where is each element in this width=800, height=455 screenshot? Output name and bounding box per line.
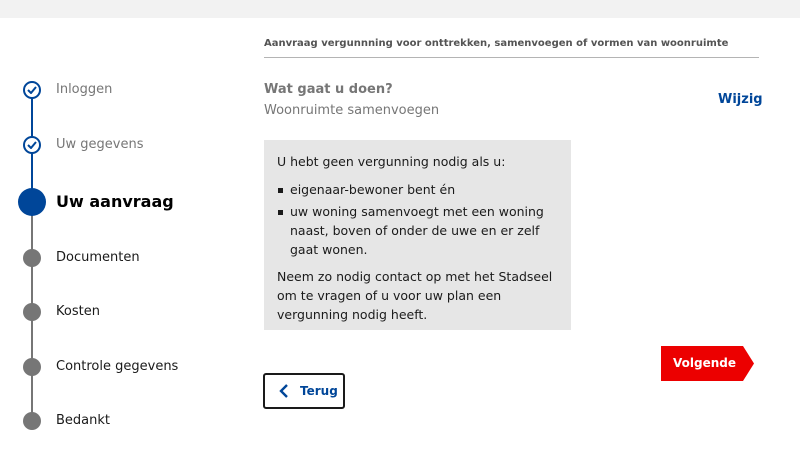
step-uw-aanvraag: Uw aanvraag — [0, 187, 240, 217]
step-done-marker — [23, 136, 41, 154]
next-button[interactable]: Volgende — [661, 346, 754, 381]
info-list: eigenaar-bewoner bent én uw woning samen… — [277, 180, 558, 259]
list-item: eigenaar-bewoner bent én — [277, 180, 558, 199]
step-bedankt: Bedankt — [0, 406, 240, 436]
step-label: Documenten — [56, 250, 140, 265]
step-kosten: Kosten — [0, 297, 240, 327]
edit-link[interactable]: Wijzig — [718, 92, 763, 107]
step-label: Uw gegevens — [56, 137, 144, 152]
step-todo-marker — [23, 412, 41, 430]
step-todo-marker — [23, 303, 41, 321]
info-intro: U hebt geen vergunning nodig als u: — [277, 154, 506, 169]
step-label: Bedankt — [56, 413, 110, 428]
list-item: uw woning samenvoegt met een woning naas… — [277, 202, 558, 259]
form-title: Aanvraag vergunnning voor onttrekken, sa… — [264, 38, 759, 58]
chevron-left-icon — [279, 384, 288, 398]
checkmark-icon — [27, 141, 37, 149]
step-label: Uw aanvraag — [56, 192, 174, 211]
step-todo-marker — [23, 249, 41, 267]
question-answer: Woonruimte samenvoegen — [264, 103, 440, 118]
step-label: Kosten — [56, 304, 100, 319]
step-uw-gegevens: Uw gegevens — [0, 130, 240, 160]
step-label: Inloggen — [56, 82, 113, 97]
step-done-marker — [23, 81, 41, 99]
checkmark-icon — [27, 86, 37, 94]
step-current-marker — [18, 188, 46, 216]
back-button[interactable]: Terug — [263, 373, 345, 409]
step-inloggen: Inloggen — [0, 75, 240, 105]
step-label: Controle gegevens — [56, 359, 179, 374]
progress-stepper: Inloggen Uw gegevens Uw aanvraag Documen… — [0, 0, 240, 455]
back-button-label: Terug — [300, 384, 338, 398]
info-outro: Neem zo nodig contact op met het Stadsee… — [277, 269, 553, 322]
info-box: U hebt geen vergunning nodig als u: eige… — [264, 140, 571, 330]
step-controle-gegevens: Controle gegevens — [0, 352, 240, 382]
step-documenten: Documenten — [0, 243, 240, 273]
question-title: Wat gaat u doen? — [264, 82, 393, 97]
next-button-label: Volgende — [673, 356, 736, 370]
step-todo-marker — [23, 358, 41, 376]
